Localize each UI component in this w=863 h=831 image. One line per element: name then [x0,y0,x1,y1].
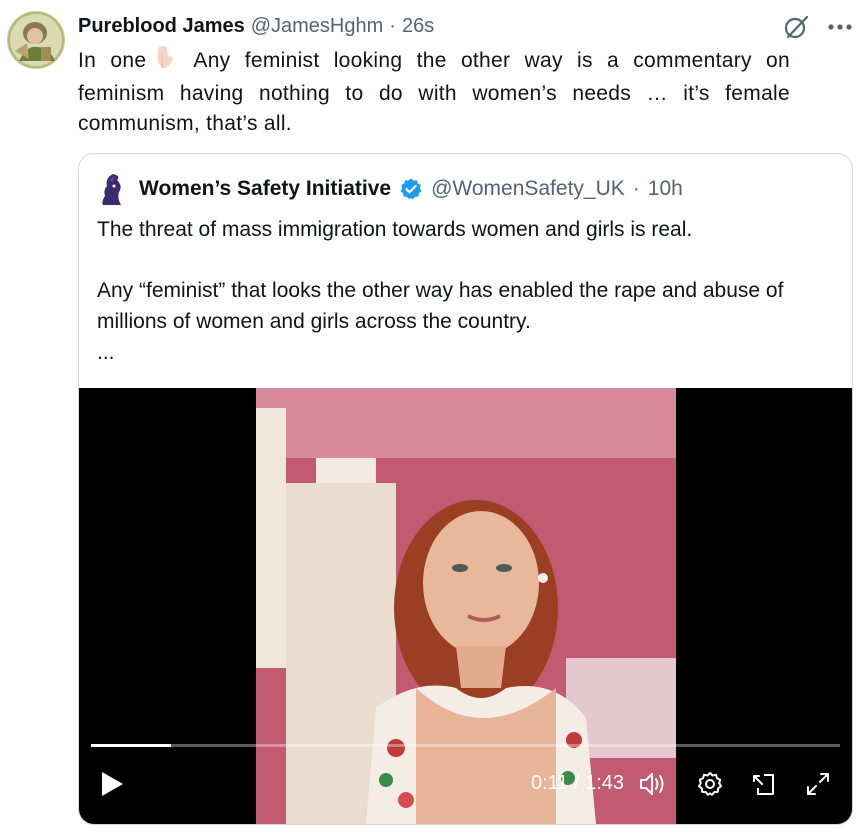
author-handle[interactable]: @JamesHghm [251,15,384,38]
fullscreen-icon[interactable] [804,770,832,803]
video-timecode: 0:11 / 1:43 [530,772,624,794]
quoted-tweet-header: Women’s Safety Initiative @WomenSafety_U… [97,172,842,206]
more-icon[interactable] [827,23,853,31]
tweet-text-prefix: In one [78,49,147,72]
tweet-header: Pureblood James @JamesHghm · 26s [78,12,773,40]
separator-dot: · [389,14,396,37]
grok-icon[interactable] [783,14,809,40]
tweet-text-body: Any feminist looking the other way is a … [78,49,790,135]
tweet-actions-top [783,14,853,40]
tweet-text: In one Any feminist looking the other wa… [78,44,790,139]
popout-icon[interactable] [750,770,778,803]
quoted-author-handle[interactable]: @WomenSafety_UK [431,177,625,201]
author-name[interactable]: Pureblood James [78,15,245,38]
play-icon[interactable] [99,770,125,803]
separator-dot: · [632,177,640,200]
verified-badge-icon [399,177,423,201]
quoted-author-name[interactable]: Women’s Safety Initiative [139,177,391,201]
volume-icon[interactable] [638,770,668,803]
quoted-paragraph-1: The threat of mass immigration towards w… [97,218,693,241]
video-controls: 0:11 / 1:43 [79,760,852,808]
quoted-tweet[interactable]: Women’s Safety Initiative @WomenSafety_U… [78,153,853,825]
video-frame [256,388,676,824]
video-player[interactable]: 0:11 / 1:43 [79,388,852,824]
video-progress-bar[interactable] [91,744,840,747]
quoted-paragraph-2: Any “feminist” that looks the other way … [97,279,784,333]
quoted-tweet-text: The threat of mass immigration towards w… [97,214,817,368]
quoted-tweet-time[interactable]: 10h [648,177,683,201]
tweet-time[interactable]: 26s [402,15,434,38]
quoted-ellipsis: ... [97,341,115,364]
settings-icon[interactable] [696,770,724,803]
quoted-author-logo-icon[interactable] [97,172,127,206]
avatar[interactable] [7,11,65,69]
point-down-emoji-icon [150,44,176,79]
video-progress-fill [91,744,172,747]
